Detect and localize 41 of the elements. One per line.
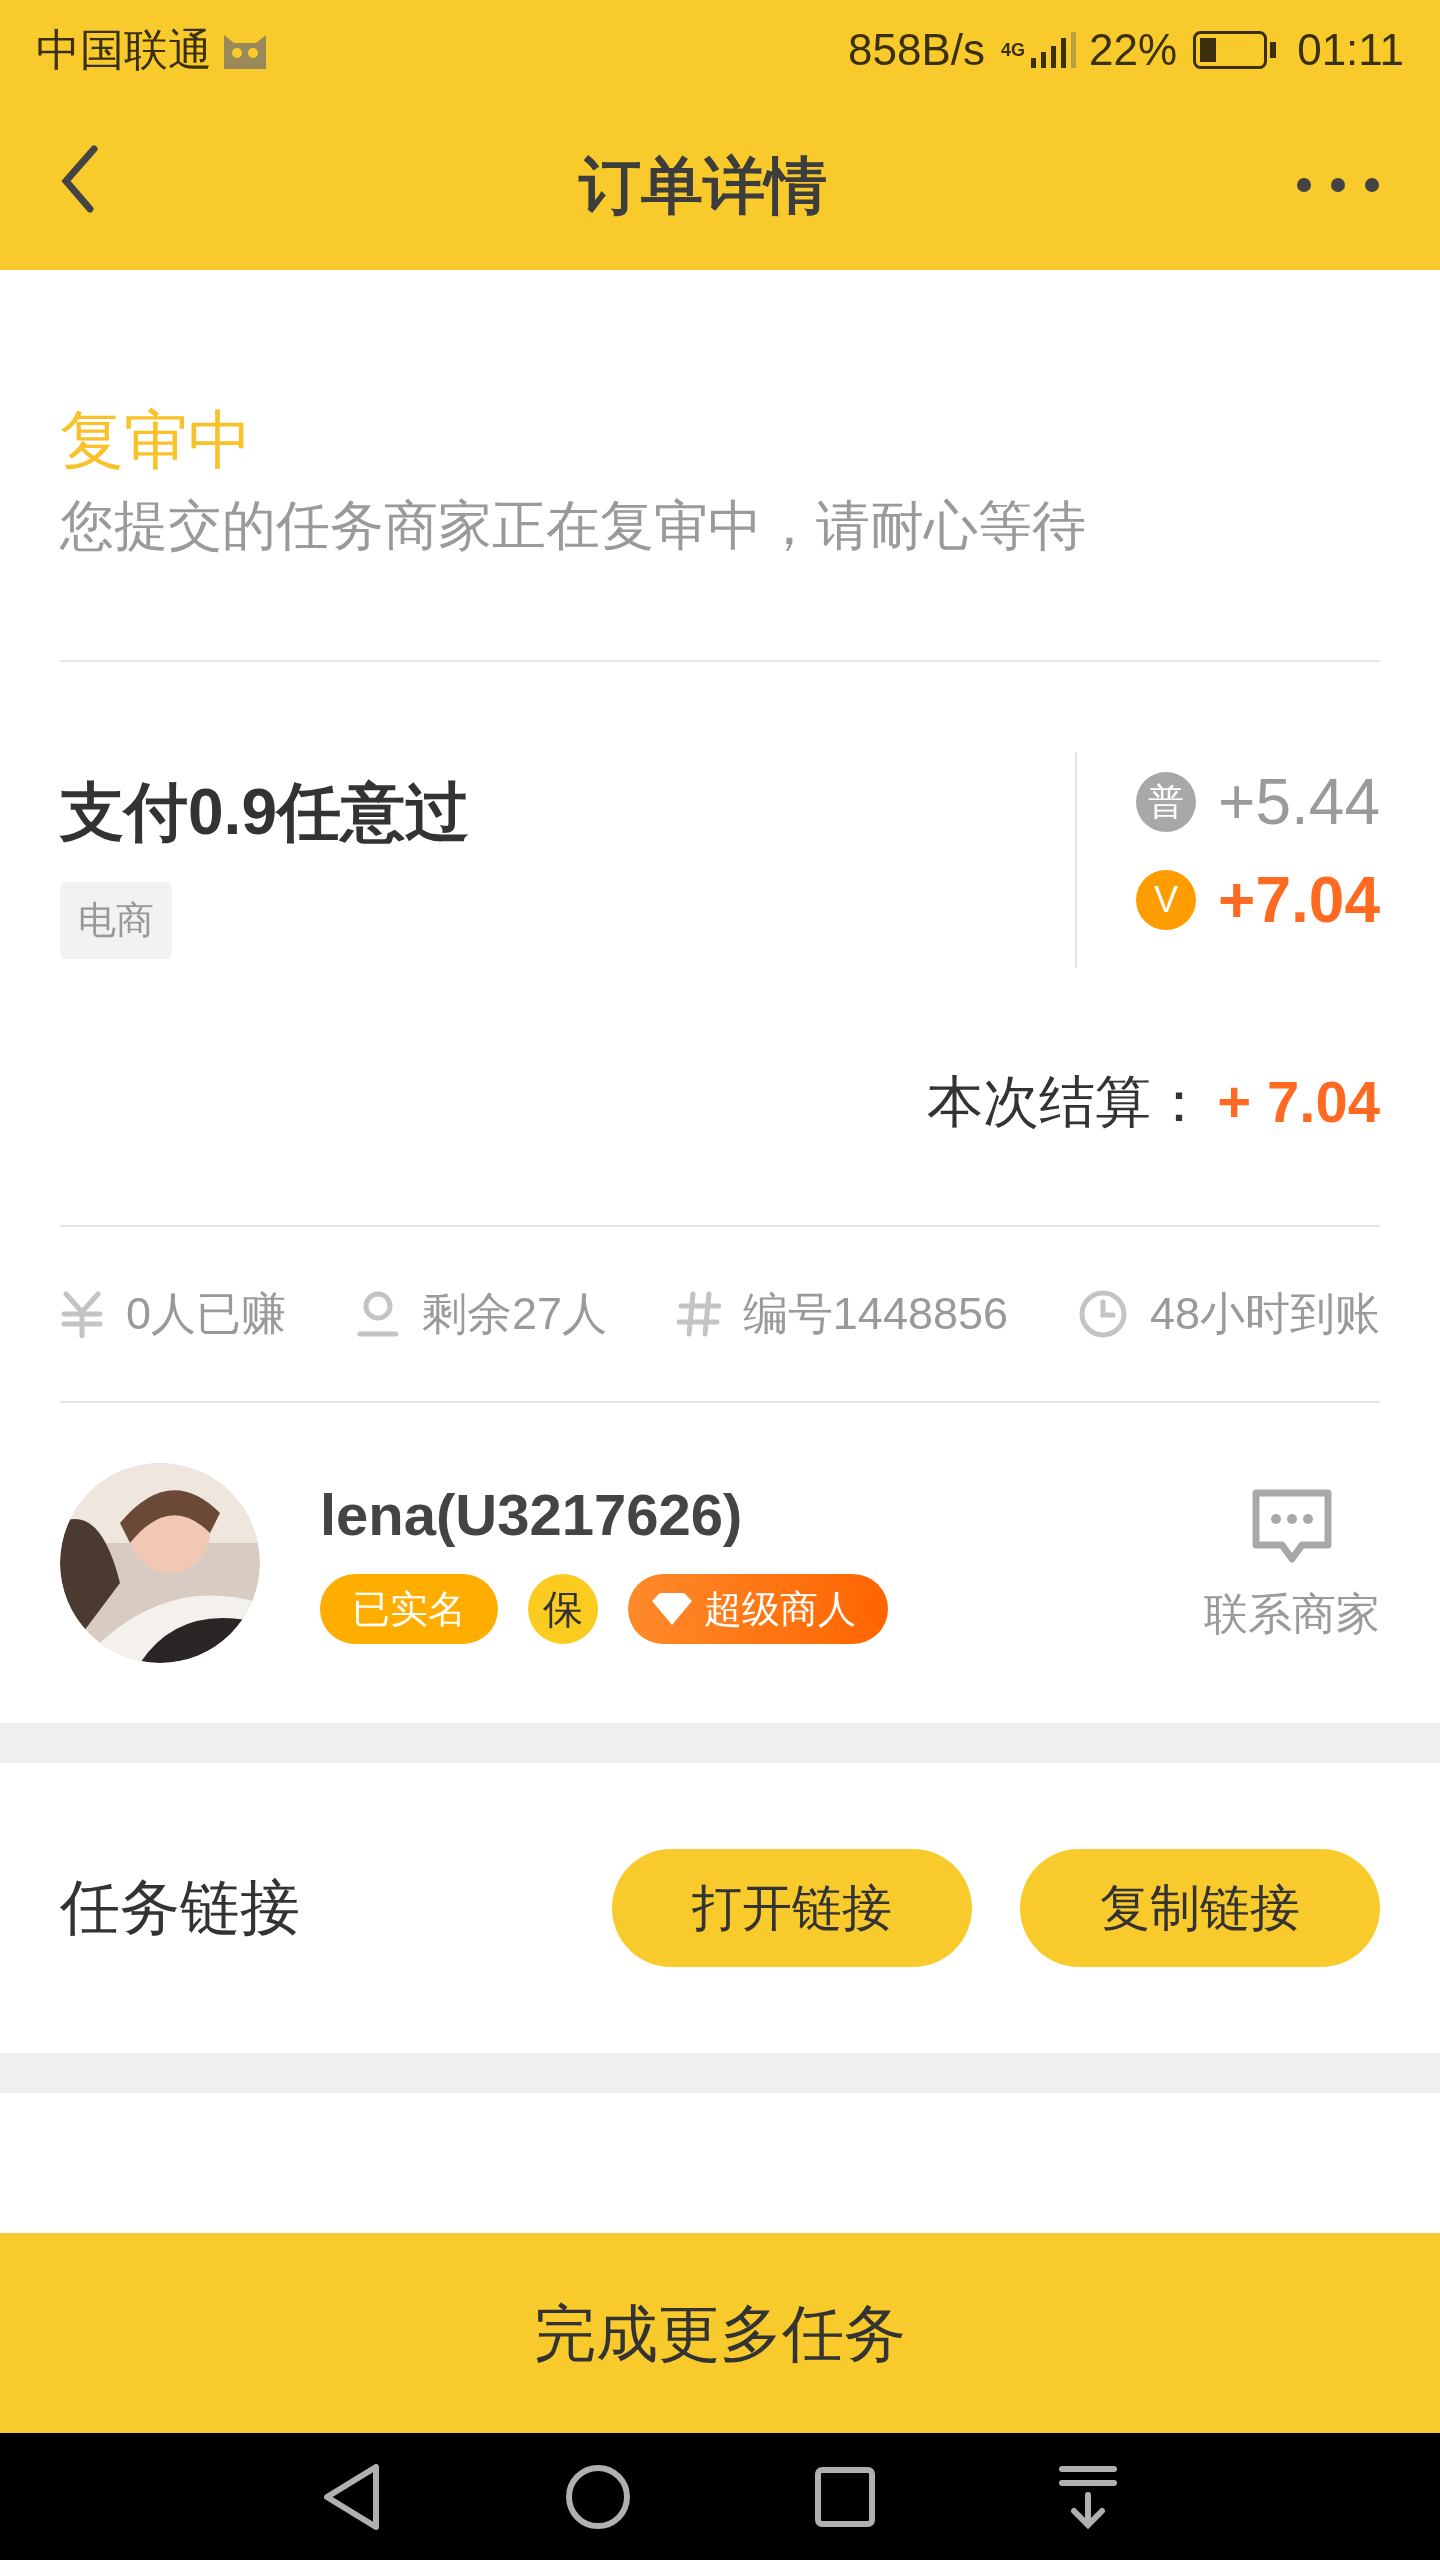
link-button[interactable]: 复制链接 [1020, 1849, 1380, 1967]
back-nav-icon[interactable] [321, 2461, 382, 2532]
normal-badge: 普 [1136, 772, 1197, 832]
guarantee-badge: 保 [528, 1574, 598, 1644]
signal-icon [1029, 30, 1078, 70]
hash-icon [676, 1290, 721, 1338]
task-tag: 电商 [60, 882, 172, 959]
chat-icon [1252, 1489, 1332, 1565]
yuan-icon [60, 1290, 104, 1338]
merchant-name: lena(U3217626) [320, 1482, 744, 1548]
recent-apps-icon[interactable] [814, 2466, 875, 2527]
settlement-label: 本次结算： [927, 1068, 1208, 1135]
network-speed: 858B/s [848, 24, 986, 76]
diamond-icon [650, 1591, 694, 1627]
price-value: +7.04 [1218, 863, 1380, 938]
stat-label: 剩余27人 [421, 1287, 607, 1342]
vip-badge: V [1136, 870, 1197, 930]
carrier-label: 中国联通 [36, 24, 212, 76]
review-status: 复审中 [60, 403, 253, 478]
section-title: 任务链接 [60, 1873, 301, 1943]
settlement-value: + 7.04 [1217, 1068, 1380, 1136]
price-value: +5.44 [1218, 765, 1380, 840]
network-type: 4G [1001, 40, 1026, 60]
battery-percent: 22% [1089, 24, 1178, 76]
badge-label: 超级商人 [704, 1586, 856, 1632]
notification-pull-icon[interactable] [1058, 2464, 1119, 2529]
page-title: 订单详情 [579, 149, 827, 222]
complete-more-tasks-button[interactable]: 完成更多任务 [0, 2233, 1440, 2433]
stat-label: 0人已赚 [126, 1287, 287, 1342]
home-nav-icon[interactable] [565, 2463, 632, 2530]
clock-time: 01:11 [1297, 24, 1404, 76]
task-title: 支付0.9任意过 [60, 775, 470, 850]
clock-icon [1077, 1289, 1128, 1339]
verified-badge: 已实名 [320, 1574, 498, 1644]
review-message: 您提交的任务商家正在复审中，请耐心等待 [60, 494, 1087, 557]
stat-label: 编号1448856 [742, 1287, 1009, 1342]
person-icon [355, 1290, 400, 1338]
battery-icon [1193, 31, 1278, 69]
stat-label: 48小时到账 [1149, 1287, 1380, 1342]
link-button[interactable]: 打开链接 [612, 1849, 972, 1967]
more-icon [1296, 177, 1380, 193]
